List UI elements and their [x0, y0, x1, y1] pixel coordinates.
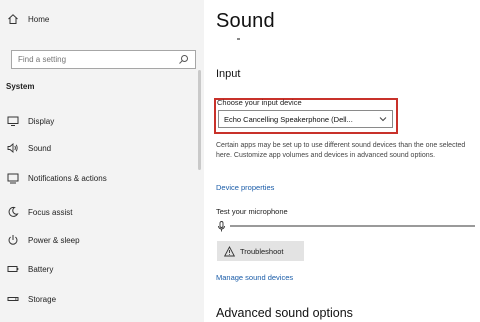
- sidebar-item-label: Notifications & actions: [28, 173, 107, 183]
- sidebar-item-focus-assist[interactable]: Focus assist: [0, 199, 204, 225]
- display-icon: [7, 115, 19, 127]
- sidebar-section-label: System: [6, 82, 35, 91]
- storage-icon: [7, 293, 19, 305]
- power-icon: [7, 234, 19, 246]
- sidebar-item-home[interactable]: Home: [0, 6, 204, 32]
- microphone-level-meter: [230, 225, 475, 227]
- selected-device-value: Echo Cancelling Speakerphone (Dell...: [224, 114, 353, 124]
- input-section-heading: Input: [216, 68, 241, 80]
- search-field[interactable]: [11, 50, 196, 69]
- sidebar-item-label: Storage: [28, 294, 57, 304]
- main-content: Sound Input Choose your input device Ech…: [204, 0, 480, 322]
- sidebar-item-sound[interactable]: Sound: [0, 135, 204, 161]
- notifications-icon: [7, 172, 19, 184]
- sidebar-item-storage[interactable]: Storage: [0, 286, 204, 312]
- troubleshoot-label: Troubleshoot: [240, 246, 284, 256]
- title-divider-mark: [237, 38, 240, 40]
- sidebar-item-power-sleep[interactable]: Power & sleep: [0, 227, 204, 253]
- search-input[interactable]: [12, 55, 172, 64]
- input-device-description: Certain apps may be set up to use differ…: [216, 142, 466, 159]
- home-icon: [7, 13, 19, 25]
- microphone-icon: [218, 221, 225, 232]
- input-device-dropdown[interactable]: Echo Cancelling Speakerphone (Dell...: [218, 110, 393, 128]
- speaker-icon: [7, 142, 19, 154]
- sidebar-item-label: Power & sleep: [28, 235, 80, 245]
- manage-sound-devices-link[interactable]: Manage sound devices: [216, 273, 293, 282]
- sidebar-item-notifications[interactable]: Notifications & actions: [0, 165, 204, 191]
- sidebar-item-label: Focus assist: [28, 207, 73, 217]
- choose-input-device-label: Choose your input device: [217, 98, 302, 107]
- sidebar-item-display[interactable]: Display: [0, 108, 204, 134]
- sidebar-item-label: Sound: [28, 143, 52, 153]
- sidebar: Home System Display Sound Notifications …: [0, 0, 204, 322]
- sidebar-item-label: Battery: [28, 264, 54, 274]
- battery-icon: [7, 263, 19, 275]
- sidebar-item-battery[interactable]: Battery: [0, 256, 204, 282]
- page-title: Sound: [216, 10, 275, 32]
- moon-icon: [7, 206, 19, 218]
- test-microphone-label: Test your microphone: [216, 207, 288, 216]
- sidebar-item-label: Home: [28, 14, 50, 24]
- advanced-sound-options-heading: Advanced sound options: [216, 306, 353, 320]
- chevron-down-icon: [379, 117, 387, 122]
- sidebar-item-label: Display: [28, 116, 55, 126]
- warning-icon: [224, 245, 235, 256]
- troubleshoot-button[interactable]: Troubleshoot: [217, 241, 304, 261]
- device-properties-link[interactable]: Device properties: [216, 183, 274, 192]
- search-icon[interactable]: [178, 54, 189, 65]
